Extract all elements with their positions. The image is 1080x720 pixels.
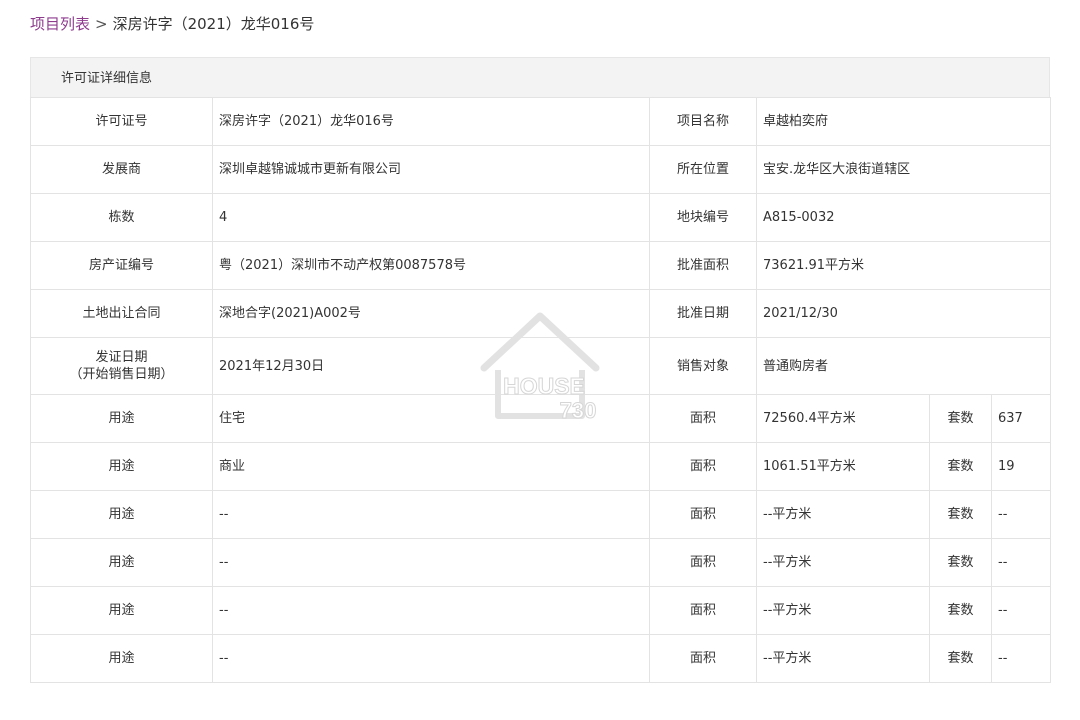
table-row: 许可证号 深房许字（2021）龙华016号 项目名称 卓越柏奕府 [30,97,1052,146]
land-contract-label: 土地出让合同 [30,289,213,338]
developer-value: 深圳卓越锦诚城市更新有限公司 [212,145,650,194]
breadcrumb-project-list-link[interactable]: 项目列表 [30,15,90,33]
units-value: -- [990,586,1052,635]
project-name-value: 卓越柏奕府 [755,97,1052,146]
usage-row: 用途 -- 面积 --平方米 套数 -- [30,634,1052,683]
property-cert-label: 房产证编号 [30,241,213,290]
area-label: 面积 [649,586,757,635]
area-label: 面积 [649,490,757,539]
usage-value: 商业 [212,442,650,491]
area-value: --平方米 [756,538,930,587]
plot-no-label: 地块编号 [649,193,757,242]
area-label: 面积 [649,442,757,491]
area-value: 1061.51平方米 [756,442,930,491]
units-value: -- [990,490,1052,539]
units-label: 套数 [929,586,992,635]
location-label: 所在位置 [649,145,757,194]
project-name-label: 项目名称 [649,97,757,146]
usage-value: -- [212,490,650,539]
breadcrumb: 项目列表 > 深房许字（2021）龙华016号 [30,13,314,35]
units-label: 套数 [929,442,992,491]
panel-title: 许可证详细信息 [30,57,1050,97]
breadcrumb-separator: > [95,15,108,33]
usage-value: 住宅 [212,394,650,443]
issue-date-value: 2021年12月30日 [212,337,650,395]
units-value: 637 [990,394,1052,443]
approved-date-label: 批准日期 [649,289,757,338]
area-label: 面积 [649,634,757,683]
usage-row: 用途 -- 面积 --平方米 套数 -- [30,538,1052,587]
units-label: 套数 [929,538,992,587]
usage-label: 用途 [30,490,213,539]
table-row: 土地出让合同 深地合字(2021)A002号 批准日期 2021/12/30 [30,289,1052,338]
area-value: --平方米 [756,490,930,539]
property-cert-value: 粤（2021）深圳市不动产权第0087578号 [212,241,650,290]
permit-detail-panel: 许可证详细信息 许可证号 深房许字（2021）龙华016号 项目名称 卓越柏奕府… [30,57,1052,683]
usage-value: -- [212,634,650,683]
plot-no-value: A815-0032 [755,193,1052,242]
usage-rows: 用途 住宅 面积 72560.4平方米 套数 637 用途 商业 面积 1061.51平方米 套数 1… [30,394,1052,683]
area-value: --平方米 [756,586,930,635]
permit-info-table: 许可证号 深房许字（2021）龙华016号 项目名称 卓越柏奕府 发展商 深圳卓… [30,97,1052,683]
usage-label: 用途 [30,634,213,683]
units-value: 19 [990,442,1052,491]
area-label: 面积 [649,538,757,587]
usage-row: 用途 商业 面积 1061.51平方米 套数 19 [30,442,1052,491]
units-value: -- [990,538,1052,587]
units-value: -- [990,634,1052,683]
permit-no-value: 深房许字（2021）龙华016号 [212,97,650,146]
table-row: 房产证编号 粤（2021）深圳市不动产权第0087578号 批准面积 73621… [30,241,1052,290]
units-label: 套数 [929,634,992,683]
developer-label: 发展商 [30,145,213,194]
usage-row: 用途 住宅 面积 72560.4平方米 套数 637 [30,394,1052,443]
buildings-value: 4 [212,193,650,242]
land-contract-value: 深地合字(2021)A002号 [212,289,650,338]
table-row: 发证日期 （开始销售日期） 2021年12月30日 销售对象 普通购房者 [30,337,1052,395]
issue-date-label: 发证日期 （开始销售日期） [30,337,213,395]
usage-label: 用途 [30,538,213,587]
breadcrumb-current: 深房许字（2021）龙华016号 [112,15,315,33]
sales-target-label: 销售对象 [649,337,757,395]
usage-value: -- [212,586,650,635]
usage-row: 用途 -- 面积 --平方米 套数 -- [30,490,1052,539]
location-value: 宝安.龙华区大浪街道辖区 [755,145,1052,194]
usage-label: 用途 [30,442,213,491]
usage-value: -- [212,538,650,587]
area-value: --平方米 [756,634,930,683]
buildings-label: 栋数 [30,193,213,242]
table-row: 发展商 深圳卓越锦诚城市更新有限公司 所在位置 宝安.龙华区大浪街道辖区 [30,145,1052,194]
units-label: 套数 [929,394,992,443]
usage-label: 用途 [30,394,213,443]
approved-date-value: 2021/12/30 [755,289,1052,338]
area-value: 72560.4平方米 [756,394,930,443]
usage-label: 用途 [30,586,213,635]
approved-area-value: 73621.91平方米 [755,241,1052,290]
sales-target-value: 普通购房者 [755,337,1052,395]
approved-area-label: 批准面积 [649,241,757,290]
units-label: 套数 [929,490,992,539]
issue-date-label-line1: 发证日期 [95,350,148,365]
area-label: 面积 [649,394,757,443]
permit-no-label: 许可证号 [30,97,213,146]
issue-date-label-line2: （开始销售日期） [69,367,174,382]
table-row: 栋数 4 地块编号 A815-0032 [30,193,1052,242]
usage-row: 用途 -- 面积 --平方米 套数 -- [30,586,1052,635]
